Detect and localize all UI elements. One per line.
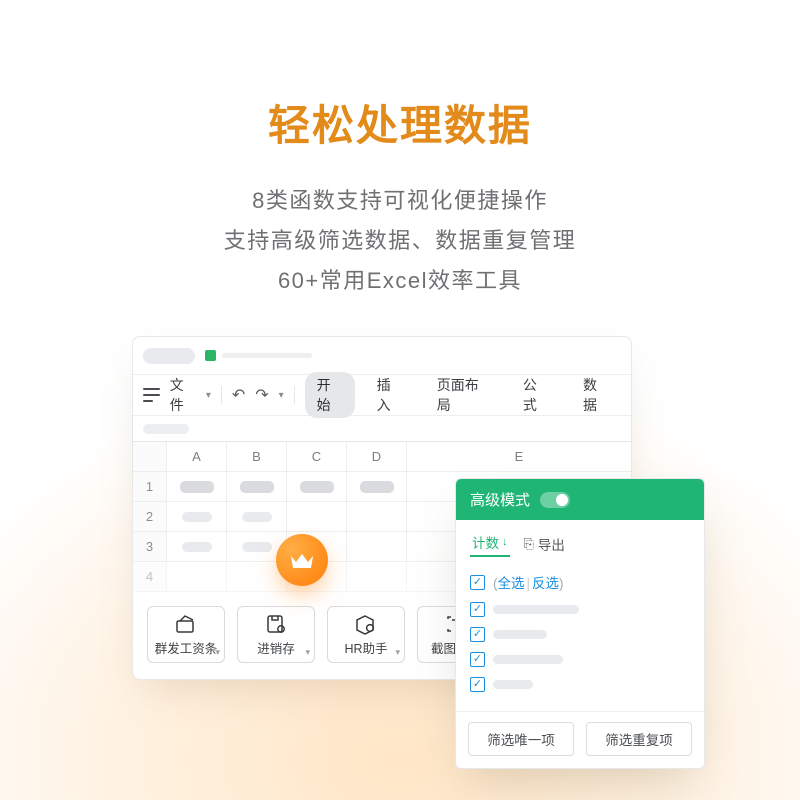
list-item[interactable]: ✓ [470, 647, 690, 672]
cell-content-stub [360, 481, 394, 493]
tool-label: 进销存 [257, 642, 295, 656]
cell-content-stub [242, 542, 272, 552]
export-icon: ⎘ [524, 536, 534, 552]
item-label-stub [493, 630, 547, 639]
chevron-down-icon: ▾ [395, 647, 400, 658]
item-label-stub [493, 680, 533, 689]
col-header-c[interactable]: C [287, 442, 347, 472]
tool-hr[interactable]: HR助手 ▾ [327, 606, 405, 663]
corner-cell[interactable] [133, 442, 167, 472]
panel-title: 高级模式 [470, 489, 530, 510]
inventory-icon [263, 613, 289, 635]
advanced-mode-toggle[interactable] [540, 492, 570, 508]
chevron-down-icon[interactable]: ▾ [279, 390, 284, 401]
document-name-stub [222, 353, 312, 358]
hr-icon [353, 613, 379, 635]
sheet-icon [205, 350, 216, 361]
premium-crown-badge[interactable] [276, 534, 328, 586]
col-header-d[interactable]: D [347, 442, 407, 472]
select-all-row[interactable]: ✓ (全选|反选) [470, 567, 690, 597]
chevron-down-icon[interactable]: ▾ [206, 390, 211, 401]
payroll-icon [173, 613, 199, 635]
panel-actions: 计数↓ ⎘ 导出 [456, 520, 704, 563]
advanced-filter-panel: 高级模式 计数↓ ⎘ 导出 ✓ (全选|反选) ✓ ✓ ✓ ✓ [455, 478, 705, 769]
ribbon-toolbar: 文件 ▾ ↶ ↷ ▾ 开始 插入 页面布局 公式 数据 [133, 375, 631, 415]
filter-checklist: ✓ (全选|反选) ✓ ✓ ✓ ✓ [456, 563, 704, 711]
cell-content-stub [182, 512, 212, 522]
chevron-down-icon: ▾ [305, 647, 310, 658]
col-header-a[interactable]: A [167, 442, 227, 472]
subtitle-line-2: 支持高级筛选数据、数据重复管理 [0, 221, 800, 261]
tool-label: HR助手 [344, 642, 387, 656]
item-label-stub [493, 605, 579, 614]
export-label: 导出 [538, 534, 565, 554]
panel-footer: 筛选唯一项 筛选重复项 [456, 711, 704, 768]
checkbox-icon[interactable]: ✓ [470, 602, 485, 617]
list-item[interactable]: ✓ [470, 672, 690, 697]
tab-data[interactable]: 数据 [571, 372, 621, 418]
list-item[interactable]: ✓ [470, 597, 690, 622]
redo-icon[interactable]: ↷ [255, 385, 268, 405]
cell-content-stub [182, 542, 212, 552]
subtitle-line-3: 60+常用Excel效率工具 [0, 261, 800, 301]
col-header-e[interactable]: E [407, 442, 631, 472]
row-header-2[interactable]: 2 [133, 502, 167, 532]
row-header-1[interactable]: 1 [133, 472, 167, 502]
crown-icon [289, 550, 315, 570]
row-header-4[interactable]: 4 [133, 562, 167, 592]
page-title: 轻松处理数据 [0, 92, 800, 153]
file-menu[interactable]: 文件 [170, 375, 196, 415]
arrow-down-icon: ↓ [502, 536, 508, 548]
list-item[interactable]: ✓ [470, 622, 690, 647]
count-button[interactable]: 计数↓ [470, 530, 510, 557]
window-title-stub [143, 348, 195, 364]
cell-content-stub [242, 512, 272, 522]
item-label-stub [493, 655, 563, 664]
toolbar-separator [221, 386, 222, 404]
tool-payroll[interactable]: 群发工资条 ▾ [147, 606, 225, 663]
panel-header: 高级模式 [456, 479, 704, 520]
column-header-row: A B C D E [133, 442, 631, 472]
filter-unique-button[interactable]: 筛选唯一项 [468, 722, 574, 756]
menu-icon[interactable] [143, 388, 160, 402]
export-button[interactable]: ⎘ 导出 [524, 534, 565, 554]
row-header-3[interactable]: 3 [133, 532, 167, 562]
formula-bar[interactable] [133, 415, 631, 441]
col-header-b[interactable]: B [227, 442, 287, 472]
chevron-down-icon: ▾ [215, 647, 220, 658]
document-tab[interactable] [205, 350, 312, 361]
page-subtitle: 8类函数支持可视化便捷操作 支持高级筛选数据、数据重复管理 60+常用Excel… [0, 181, 800, 301]
checkbox-icon[interactable]: ✓ [470, 652, 485, 667]
checkbox-icon[interactable]: ✓ [470, 627, 485, 642]
tab-page-layout[interactable]: 页面布局 [425, 372, 501, 418]
subtitle-line-1: 8类函数支持可视化便捷操作 [0, 181, 800, 221]
toolbar-separator [294, 386, 295, 404]
cell-content-stub [300, 481, 334, 493]
tool-inventory[interactable]: 进销存 ▾ [237, 606, 315, 663]
tab-formula[interactable]: 公式 [511, 372, 561, 418]
window-titlebar [133, 337, 631, 375]
select-all-label: (全选|反选) [493, 572, 564, 592]
tool-label: 群发工资条 [155, 642, 218, 656]
cell-content-stub [240, 481, 274, 493]
tab-insert[interactable]: 插入 [365, 372, 415, 418]
cell-content-stub [180, 481, 214, 493]
checkbox-icon[interactable]: ✓ [470, 575, 485, 590]
cell-reference-stub [143, 424, 189, 434]
undo-icon[interactable]: ↶ [232, 385, 245, 405]
checkbox-icon[interactable]: ✓ [470, 677, 485, 692]
count-label: 计数 [472, 532, 499, 552]
filter-duplicate-button[interactable]: 筛选重复项 [586, 722, 692, 756]
tab-start[interactable]: 开始 [305, 372, 355, 418]
